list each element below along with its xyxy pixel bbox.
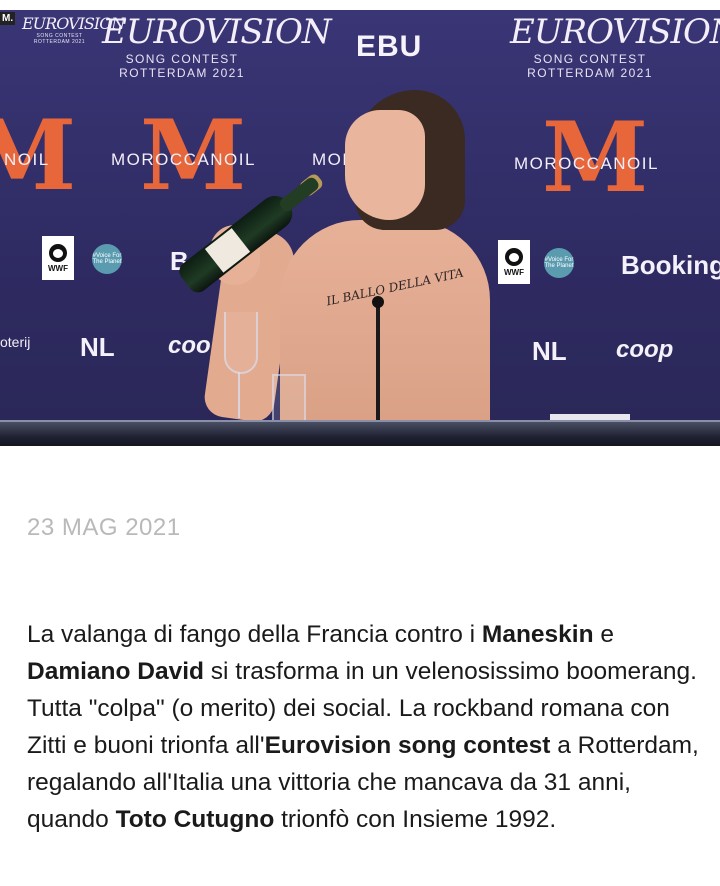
moroccanoil-text-left: NOIL — [4, 150, 50, 169]
voice-planet-badge-left: #Voice For The Planet — [92, 244, 122, 274]
microphone — [372, 296, 384, 424]
water-glass — [272, 374, 306, 422]
moroccanoil-text-right: MOROCCANOIL — [514, 154, 659, 173]
article-highlight: Damiano David — [27, 658, 204, 685]
eurovision-logo: EUROVISION SONG CONTEST ROTTERDAM 2021 — [102, 12, 332, 80]
ebu-logo: EBU — [356, 30, 423, 63]
eurovision-logo-small: EUROVISION SONG CONTEST ROTTERDAM 2021 — [22, 14, 125, 45]
corner-label: M. — [0, 12, 16, 25]
article-date: 23 MAG 2021 — [27, 514, 181, 541]
article-body-text: La valanga di fango della Francia contro… — [27, 616, 699, 838]
article-highlight: Eurovision song contest — [264, 732, 551, 759]
coop-logo-right: coop — [616, 336, 674, 363]
article-highlight: Toto Cutugno — [115, 806, 275, 833]
voice-planet-badge-right: #Voice For The Planet — [544, 248, 574, 278]
article-text-run: trionfò con Insieme 1992. — [274, 806, 557, 833]
article-hero-image[interactable]: M. EUROVISION SONG CONTEST ROTTERDAM 202… — [0, 10, 720, 446]
loterij-logo-partial: oterij — [0, 334, 31, 350]
eurovision-logo-right: EUROVISION SONG CONTEST ROTTERDAM 2021 — [510, 12, 720, 80]
booking-logo: Booking. — [621, 250, 720, 280]
nl-logo-right: NL — [532, 336, 567, 366]
press-table — [0, 420, 720, 446]
singer-face — [345, 110, 425, 220]
article-highlight: Maneskin — [481, 621, 594, 648]
nl-logo-left: NL — [80, 332, 115, 362]
singer-torso — [280, 220, 490, 430]
wwf-logo-left: WWF — [42, 236, 74, 280]
wine-glass — [222, 312, 258, 422]
article-text-run: e — [593, 621, 614, 648]
article-text-run: La valanga di fango della Francia contro… — [27, 621, 482, 648]
